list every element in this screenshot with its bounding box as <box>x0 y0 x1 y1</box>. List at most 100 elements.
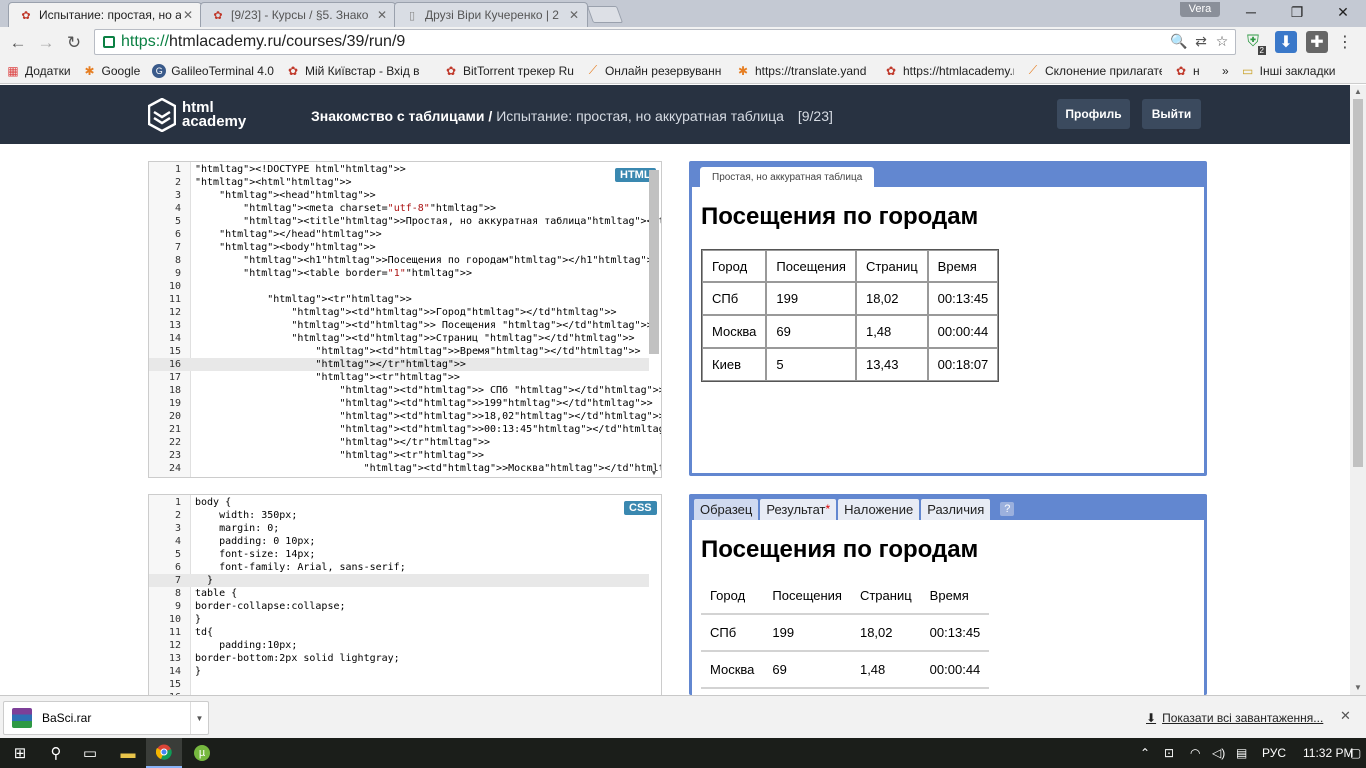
crumb-section[interactable]: Знакомство с таблицами / <box>311 108 492 124</box>
profile-button[interactable]: Профиль <box>1057 99 1130 129</box>
code-text[interactable]: "htmltag"><td"htmltag">>00:13:45"htmltag… <box>195 423 662 436</box>
code-text[interactable]: "htmltag"><title"htmltag">>Простая, но а… <box>195 215 661 228</box>
bookmark-star-icon[interactable]: ☆ <box>1213 32 1231 50</box>
scroll-up-icon[interactable]: ▲ <box>1353 87 1363 97</box>
css-editor[interactable]: 1 body {2 width: 350px; 3 margin: 0; 4 padd… <box>148 494 662 695</box>
code-line[interactable]: 7 } <box>149 574 649 587</box>
code-line[interactable]: 12 padding:10px; <box>149 639 649 652</box>
code-line[interactable]: 6 "htmltag"></head"htmltag">> <box>149 228 649 241</box>
clock[interactable]: 11:32 PM <box>1303 746 1353 760</box>
code-line[interactable]: 9 "htmltag"><table border="1""htmltag">> <box>149 267 649 280</box>
close-download-bar-icon[interactable]: ✕ <box>1340 708 1351 724</box>
reload-icon[interactable]: ↻ <box>62 31 86 55</box>
code-line[interactable]: 13 border-bottom:2px solid lightgray; <box>149 652 649 665</box>
new-tab-button[interactable] <box>586 6 624 23</box>
code-text[interactable]: "htmltag"><td"htmltag">>199"htmltag"></t… <box>195 397 653 410</box>
code-line[interactable]: 2 "htmltag"><html"htmltag">> <box>149 176 649 189</box>
code-text[interactable]: "htmltag"><html"htmltag">> <box>195 176 352 189</box>
code-line[interactable]: 21 "htmltag"><td"htmltag">>00:13:45"html… <box>149 423 661 436</box>
code-text[interactable]: "htmltag"><tr"htmltag">> <box>195 449 485 462</box>
code-line[interactable]: 8 table { <box>149 587 649 600</box>
bookmark-galileo[interactable]: G GalileoTerminal 4.0 <box>152 63 274 78</box>
chrome-taskbar-icon[interactable] <box>146 738 182 768</box>
close-tab-icon[interactable]: ✕ <box>181 8 195 22</box>
code-text[interactable]: "htmltag"><td"htmltag">> СПб "htmltag"><… <box>195 384 662 397</box>
input-language[interactable]: РУС <box>1262 746 1286 760</box>
preview-tab[interactable]: Простая, но аккуратная таблица <box>700 167 875 188</box>
close-window-icon[interactable]: ✕ <box>1320 0 1366 24</box>
menu-icon[interactable]: ⋮ <box>1334 31 1356 53</box>
tab-differences[interactable]: Различия <box>921 499 991 520</box>
code-line[interactable]: 2 width: 350px; <box>149 509 649 522</box>
bookmark-kyivstar[interactable]: ✿ Мій Київстар - Вхід в <box>286 64 432 78</box>
tab-result[interactable]: Результат* <box>760 499 837 520</box>
utorrent-taskbar-icon[interactable]: µ <box>184 738 220 768</box>
code-line[interactable]: 5 "htmltag"><title"htmltag">>Простая, но… <box>149 215 661 228</box>
code-text[interactable]: padding:10px; <box>195 639 297 652</box>
code-text[interactable]: "htmltag"><tr"htmltag">> <box>195 371 460 384</box>
code-text[interactable]: "htmltag"><!DOCTYPE html"htmltag">> <box>195 163 406 176</box>
code-text[interactable]: "htmltag"><td"htmltag">>Город"htmltag"><… <box>195 306 616 319</box>
notifications-icon[interactable]: ▤ <box>1236 746 1247 760</box>
code-text[interactable]: margin: 0; <box>195 522 279 535</box>
download-item[interactable]: BaSci.rar ▼ <box>3 701 209 735</box>
logout-button[interactable]: Выйти <box>1142 99 1201 129</box>
code-text[interactable]: width: 350px; <box>195 509 297 522</box>
code-line[interactable]: 19 "htmltag"><td"htmltag">>199"htmltag">… <box>149 397 653 410</box>
bookmark-booking[interactable]: ⟋ Онлайн резервуванн <box>586 64 724 78</box>
code-text[interactable]: td{ <box>195 626 213 639</box>
scroll-thumb[interactable] <box>1353 99 1363 467</box>
start-windows-icon[interactable]: ⊞ <box>2 738 38 768</box>
shield-extension-icon[interactable]: ⛨ 2 <box>1242 31 1266 55</box>
bookmarks-overflow-button[interactable]: » <box>1222 64 1229 78</box>
forward-arrow-icon[interactable]: → <box>34 31 58 55</box>
code-line[interactable]: 23 "htmltag"><tr"htmltag">> <box>149 449 649 462</box>
bookmark-truncated[interactable]: ✿ н <box>1174 64 1204 78</box>
code-text[interactable]: font-size: 14px; <box>195 548 315 561</box>
code-line[interactable]: 10} <box>149 613 649 626</box>
html-editor-scrollbar[interactable]: ▼ <box>649 166 659 477</box>
code-text[interactable]: table { <box>195 587 237 600</box>
bookmark-rutracker[interactable]: ✿ BitTorrent трекер RuT <box>444 64 574 78</box>
code-text[interactable]: "htmltag"></head"htmltag">> <box>195 228 382 241</box>
code-text[interactable]: "htmltag"></tr"htmltag">> <box>195 436 491 449</box>
browser-tab-2[interactable]: ✿ [9/23] - Курсы / §5. Знако ✕ <box>200 2 396 27</box>
code-text[interactable]: "htmltag"><td"htmltag">> Посещения "html… <box>195 319 652 332</box>
scroll-down-icon[interactable]: ▼ <box>1353 683 1363 693</box>
htmlacademy-logo[interactable]: html academy <box>148 98 246 132</box>
code-text[interactable]: "htmltag"><table border="1""htmltag">> <box>195 267 472 280</box>
code-line[interactable]: 3 margin: 0; <box>149 522 649 535</box>
code-line[interactable]: 8 "htmltag"><h1"htmltag">>Посещения по г… <box>149 254 659 267</box>
code-line[interactable]: 15 "htmltag"><td"htmltag">>Время"htmltag… <box>149 345 649 358</box>
profile-name-badge[interactable]: Vera <box>1180 2 1220 17</box>
code-text[interactable]: "htmltag"><td"htmltag">>Страниц "htmltag… <box>195 332 634 345</box>
search-icon[interactable]: ⚲ <box>38 738 74 768</box>
download-options-icon[interactable]: ▼ <box>190 702 208 734</box>
code-text[interactable]: body { <box>195 496 231 509</box>
code-text[interactable]: "htmltag"></tr"htmltag">> <box>195 358 466 371</box>
wifi-icon[interactable]: ◠ <box>1190 746 1200 760</box>
code-line[interactable]: 10 <box>149 280 649 293</box>
code-line[interactable]: 17 "htmltag"><tr"htmltag">> <box>149 371 649 384</box>
code-line[interactable]: 7 "htmltag"><body"htmltag">> <box>149 241 649 254</box>
file-explorer-icon[interactable]: ▬ <box>110 738 146 768</box>
other-bookmarks-folder[interactable]: ▭ Інші закладки <box>1241 64 1335 78</box>
address-url[interactable]: https://htmlacademy.ru/courses/39/run/9 <box>121 33 405 51</box>
code-text[interactable]: } <box>195 574 213 587</box>
code-line[interactable]: 15 <box>149 678 649 691</box>
code-text[interactable]: "htmltag"><tr"htmltag">> <box>195 293 412 306</box>
code-text[interactable]: border-collapse:collapse; <box>195 600 346 613</box>
tray-chevron-icon[interactable]: ⌃ <box>1140 746 1150 760</box>
code-text[interactable]: font-family: Arial, sans-serif; <box>195 561 406 574</box>
help-icon[interactable]: ? <box>1000 502 1015 516</box>
code-text[interactable]: } <box>195 665 201 678</box>
address-bar[interactable]: https://htmlacademy.ru/courses/39/run/9 <box>94 29 1236 55</box>
minimize-icon[interactable]: ─ <box>1228 0 1274 24</box>
css-code-lines[interactable]: 1 body {2 width: 350px; 3 margin: 0; 4 padd… <box>149 496 649 695</box>
back-arrow-icon[interactable]: ← <box>6 31 30 55</box>
close-tab-icon[interactable]: ✕ <box>567 8 581 22</box>
tab-overlay[interactable]: Наложение <box>838 499 920 520</box>
page-scrollbar[interactable]: ▲ ▼ <box>1350 85 1366 695</box>
download-extension-icon[interactable]: ⬇ <box>1275 31 1297 53</box>
code-line[interactable]: 6 font-family: Arial, sans-serif; <box>149 561 649 574</box>
